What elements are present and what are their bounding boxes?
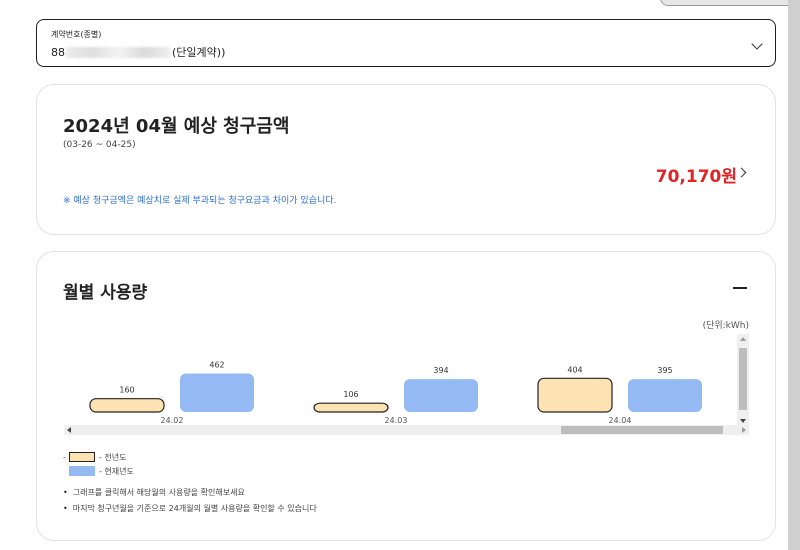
x-tick-label: 24.03 xyxy=(385,416,408,425)
contract-number-masked xyxy=(66,46,171,58)
chart-vertical-scroll-thumb[interactable] xyxy=(739,348,747,410)
chevron-down-icon[interactable] xyxy=(751,38,763,50)
contract-select[interactable]: 계약번호(종별) 88 (단일계약)) xyxy=(36,19,776,67)
monthly-usage-card: 월별 사용량 (단위:kWh) 160 462 24.02 106 394 24.03 40… xyxy=(36,251,776,541)
bar-value-label: 160 xyxy=(119,386,134,395)
bar-current-year[interactable] xyxy=(180,373,254,413)
unit-label: (단위:kWh) xyxy=(702,321,749,331)
bar-value-label: 394 xyxy=(433,366,448,375)
usage-chart[interactable]: 160 462 24.02 106 394 24.03 404 395 24.04 xyxy=(64,334,750,434)
usage-note-item: 마지막 청구년월을 기준으로 24개월의 월별 사용량을 확인할 수 있습니다 xyxy=(63,500,317,516)
browser-tab-edge xyxy=(660,0,800,6)
chart-vertical-scrollbar[interactable] xyxy=(737,334,749,426)
bill-note: ※ 예상 청구금액은 예상치로 실제 부과되는 청구요금과 차이가 있습니다. xyxy=(63,196,337,206)
scroll-up-icon[interactable] xyxy=(740,337,746,341)
contract-number-suffix: (단일계약)) xyxy=(172,46,226,59)
bar-previous-year[interactable] xyxy=(313,402,389,413)
contract-number-prefix: 88 xyxy=(51,45,65,59)
bar-current-year[interactable] xyxy=(628,379,702,412)
usage-title: 월별 사용량 xyxy=(63,283,148,303)
estimated-bill-card: 2024년 04월 예상 청구금액 (03-26 ~ 04-25) 70,170… xyxy=(36,84,776,235)
scroll-left-icon[interactable] xyxy=(67,427,71,433)
bill-period: (03-26 ~ 04-25) xyxy=(63,140,136,150)
bar-value-label: 462 xyxy=(209,361,224,370)
collapse-minus-icon[interactable] xyxy=(733,287,747,289)
bar-value-label: 106 xyxy=(343,390,358,399)
bar-current-year[interactable] xyxy=(404,379,478,412)
chart-legend: - - 전년도 - 현재년도 xyxy=(63,450,134,478)
bill-amount-link[interactable]: 70,170원 xyxy=(656,162,737,187)
bar-previous-year[interactable] xyxy=(537,377,613,413)
usage-chart-svg[interactable]: 160 462 24.02 106 394 24.03 404 395 24.04 xyxy=(64,334,736,426)
contract-select-value: 88 (단일계약)) xyxy=(51,44,225,60)
chart-horizontal-scroll-thumb[interactable] xyxy=(561,426,723,434)
contract-select-label: 계약번호(종별) xyxy=(51,30,102,39)
usage-note-item: 그래프를 클릭해서 해당월의 사용량을 확인해보세요 xyxy=(63,484,317,500)
x-tick-label: 24.02 xyxy=(161,416,184,425)
usage-notes: 그래프를 클릭해서 해당월의 사용량을 확인해보세요 마지막 청구년월을 기준으… xyxy=(63,484,317,516)
scroll-right-icon[interactable] xyxy=(742,427,746,433)
bill-title: 2024년 04월 예상 청구금액 xyxy=(63,116,290,137)
legend-current-year: - 현재년도 xyxy=(63,464,134,478)
chart-horizontal-scrollbar[interactable] xyxy=(64,425,749,435)
legend-current-label: - 현재년도 xyxy=(99,466,134,476)
page-scrollbar[interactable] xyxy=(788,0,800,550)
legend-previous-label: - 전년도 xyxy=(99,452,127,462)
legend-previous-swatch xyxy=(69,452,95,462)
legend-current-swatch xyxy=(69,466,95,476)
bar-value-label: 404 xyxy=(567,365,582,374)
scroll-down-icon[interactable] xyxy=(740,419,746,423)
x-tick-label: 24.04 xyxy=(609,416,632,425)
bar-value-label: 395 xyxy=(657,366,672,375)
chevron-right-icon[interactable] xyxy=(736,167,747,178)
bar-previous-year[interactable] xyxy=(89,398,165,413)
legend-previous-year: - - 전년도 xyxy=(63,450,134,464)
